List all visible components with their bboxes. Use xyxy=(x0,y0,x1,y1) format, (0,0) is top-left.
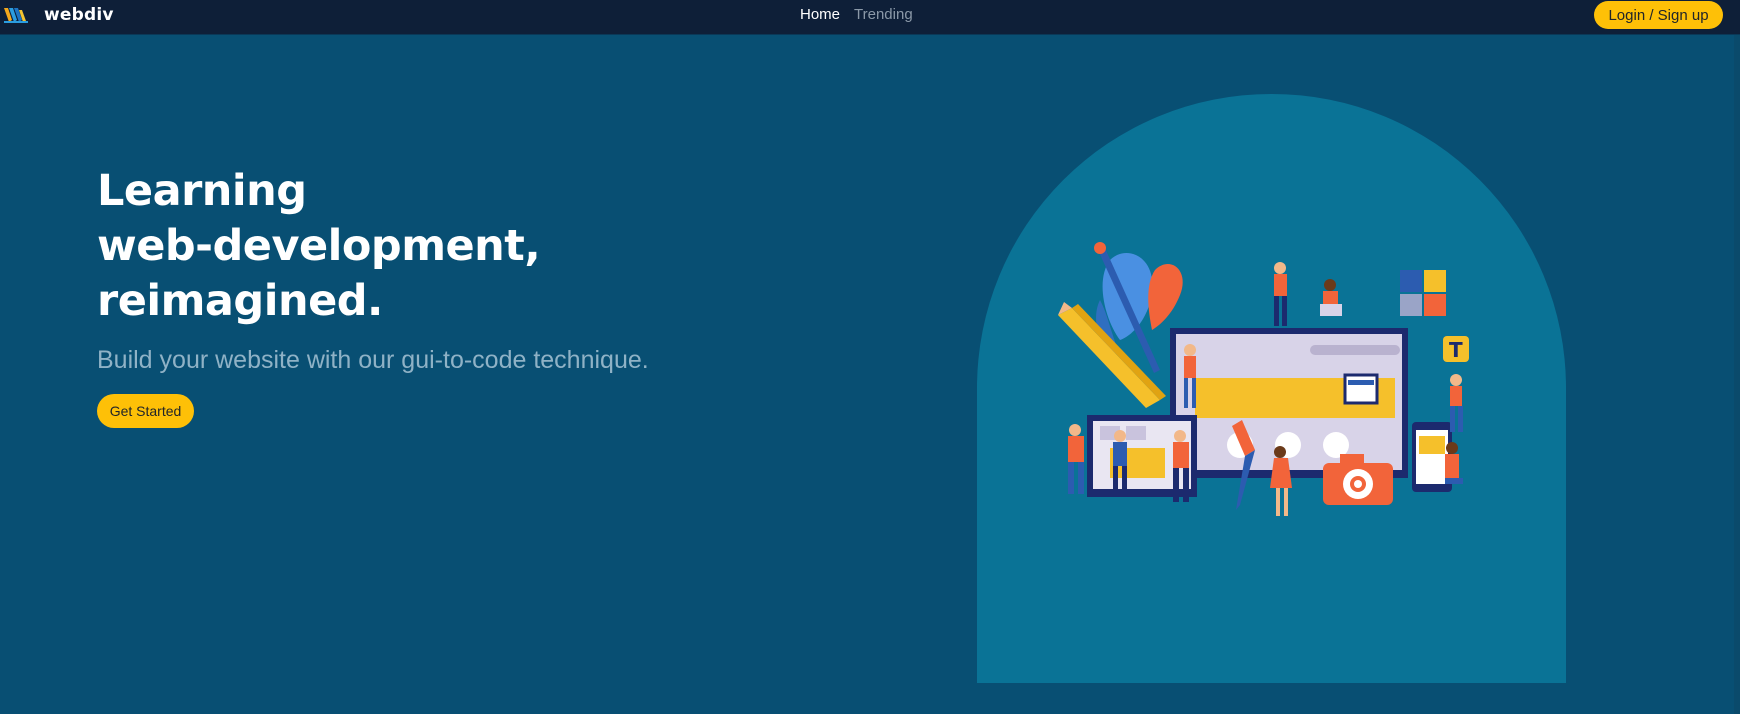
svg-text:T: T xyxy=(1449,338,1463,362)
nav-link-home[interactable]: Home xyxy=(800,6,840,23)
hero-title-line: Learning xyxy=(97,166,307,216)
nav-links: Home Trending xyxy=(800,0,927,29)
brand-name: webdiv xyxy=(44,5,114,25)
get-started-button[interactable]: Get Started xyxy=(97,394,194,428)
hero-title-line: web-development, xyxy=(97,221,541,271)
login-signup-button[interactable]: Login / Sign up xyxy=(1594,1,1723,29)
page-scrollbar[interactable] xyxy=(1734,35,1740,714)
navbar: webdiv Home Trending Login / Sign up xyxy=(0,0,1740,35)
hero-subtitle: Build your website with our gui-to-code … xyxy=(97,346,649,374)
hero-title-line: reimagined. xyxy=(97,276,383,326)
brand[interactable]: webdiv xyxy=(4,3,114,27)
nav-link-trending[interactable]: Trending xyxy=(854,6,913,23)
hero-title: Learning web-development, reimagined. xyxy=(97,164,597,329)
web-development-team-illustration: T xyxy=(1058,242,1469,516)
webdiv-logo-icon xyxy=(4,8,28,23)
